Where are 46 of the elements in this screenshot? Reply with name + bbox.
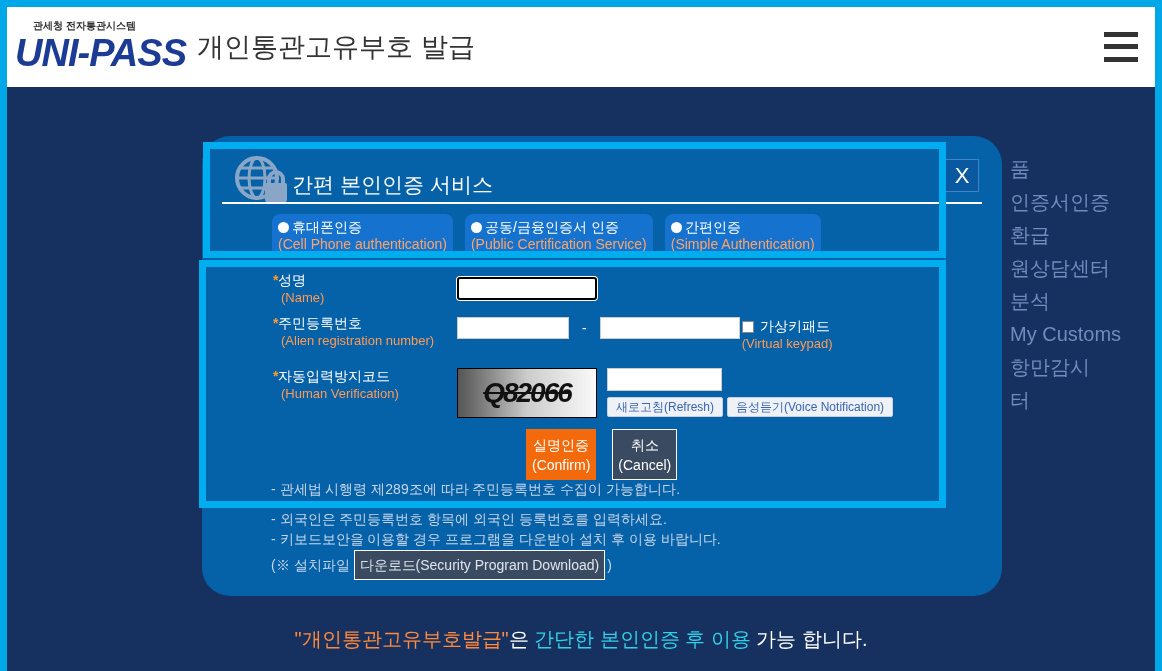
captcha-button[interactable]: 새로고침(Refresh) bbox=[607, 397, 723, 417]
background-text: 원상담센터 bbox=[1010, 256, 1111, 281]
field-label: *성명 bbox=[273, 272, 308, 289]
auth-method-tab[interactable]: 휴대폰인증 (Cell Phone authentication) bbox=[272, 214, 453, 254]
footer-message: "개인통관고유부호발급"은 간단한 본인인증 후 이용 가능 합니다. bbox=[294, 627, 868, 652]
checkbox-sublabel: (Virtual keypad) bbox=[741, 335, 833, 352]
radio-button[interactable] bbox=[278, 221, 289, 233]
page-title: 개인통관고유부호 발급 bbox=[197, 30, 475, 64]
checkbox[interactable] bbox=[741, 320, 754, 333]
install-text: ) bbox=[607, 555, 612, 575]
radio-button[interactable] bbox=[470, 221, 482, 233]
close-button[interactable]: X bbox=[945, 159, 979, 192]
note-text: - 관세법 시행령 제289조에 따라 주민등록번호 수집이 가능합니다. bbox=[271, 480, 682, 498]
background-text: 환급 bbox=[1010, 223, 1051, 248]
captcha-button[interactable]: 음성듣기(Voice Notification) bbox=[727, 397, 894, 417]
install-text: (※ 설치파일 bbox=[271, 555, 350, 575]
field-label: *자동입력방지코드 bbox=[273, 368, 392, 385]
confirm-button[interactable]: 실명인증 (Confirm) bbox=[526, 429, 597, 480]
background-text: 분석 bbox=[1010, 289, 1051, 314]
field-label: *주민등록번호 bbox=[273, 315, 364, 332]
checkbox-label: 가상키패드 bbox=[759, 318, 830, 335]
registration-input[interactable] bbox=[599, 317, 740, 339]
background-text: 품 bbox=[1010, 157, 1031, 182]
auth-method-tab[interactable]: 간편인증 (Simple Authentication) bbox=[664, 214, 821, 254]
field-sublabel: (Alien registration number) bbox=[280, 332, 436, 349]
dialog-title: 간편 본인인증 서비스 bbox=[292, 171, 493, 198]
radio-button[interactable] bbox=[670, 221, 682, 233]
name-input[interactable] bbox=[457, 277, 597, 300]
field-sublabel: (Name) bbox=[280, 289, 326, 306]
agency-name: 관세청 전자통관시스템 bbox=[33, 20, 137, 32]
note-text: - 키보드보안을 이용할 경우 프로그램을 다운받아 설치 후 이용 바랍니다. bbox=[271, 530, 722, 548]
background-text: 항만감시 bbox=[1010, 355, 1091, 380]
background-text: 터 bbox=[1010, 388, 1031, 413]
cancel-button[interactable]: 취소 (Cancel) bbox=[612, 429, 678, 480]
field-sublabel: (Human Verification) bbox=[280, 385, 400, 402]
registration-input[interactable] bbox=[457, 317, 569, 339]
separator-text: - bbox=[582, 319, 587, 338]
menu-icon[interactable] bbox=[1104, 32, 1138, 62]
captcha-input[interactable] bbox=[607, 368, 722, 391]
background-text: 인증서인증 bbox=[1010, 190, 1111, 215]
download-button[interactable]: 다운로드(Security Program Download) bbox=[353, 550, 606, 580]
auth-method-tab[interactable]: 공동/금융인증서 인증 (Public Certification Service) bbox=[464, 214, 653, 254]
captcha-image: Q82066 bbox=[457, 368, 597, 418]
note-text: - 외국인은 주민등록번호 항목에 외국인 등록번호를 입력하세요. bbox=[271, 510, 668, 528]
background-text: My Customs bbox=[1010, 322, 1122, 347]
logo: UNI-PASS bbox=[15, 32, 188, 74]
